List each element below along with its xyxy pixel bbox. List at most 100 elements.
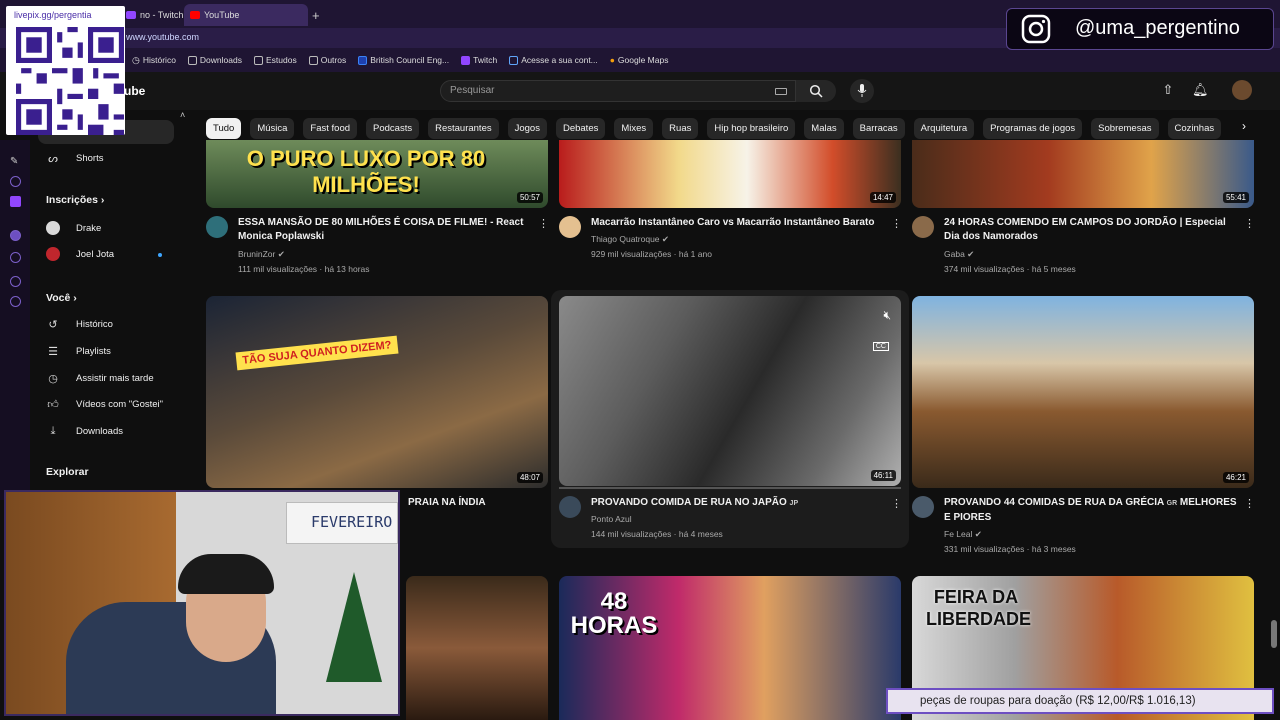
- chip-hip-hop[interactable]: Hip hop brasileiro: [707, 118, 796, 139]
- channel-avatar[interactable]: [912, 216, 934, 238]
- video-title[interactable]: Macarrão Instantâneo Caro vs Macarrão In…: [591, 216, 886, 230]
- tab-youtube[interactable]: YouTube: [184, 4, 308, 26]
- chip-mixes[interactable]: Mixes: [614, 118, 654, 139]
- video-thumbnail[interactable]: 55:41: [912, 140, 1254, 208]
- extension-rail: ✎: [0, 140, 30, 500]
- video-thumbnail[interactable]: 14:47: [559, 140, 901, 208]
- channel-avatar[interactable]: [559, 216, 581, 238]
- history-icon: ↺: [48, 318, 58, 331]
- donation-text: peças de roupas para doação (R$ 12,00/R$…: [920, 695, 1196, 707]
- chip-podcasts[interactable]: Podcasts: [366, 118, 420, 139]
- video-thumbnail[interactable]: 46:21: [912, 296, 1254, 488]
- sidebar-item-liked[interactable]: 👍︎ Vídeos com "Gostei": [46, 394, 163, 414]
- more-options-icon[interactable]: ⋮: [538, 217, 549, 230]
- search-input[interactable]: Pesquisar: [440, 80, 796, 102]
- qr-label: livepix.gg/pergentia: [14, 10, 92, 20]
- openai-icon[interactable]: [10, 176, 21, 187]
- channel-avatar[interactable]: [206, 216, 228, 238]
- donation-goal-bar: peças de roupas para doação (R$ 12,00/R$…: [886, 688, 1274, 714]
- sidebar-item-downloads[interactable]: ⤓ Downloads: [46, 421, 123, 441]
- chip-musica[interactable]: Música: [250, 118, 295, 139]
- preview-progress-bar[interactable]: [559, 487, 901, 489]
- channel-avatar[interactable]: [559, 496, 581, 518]
- chip-arquitetura[interactable]: Arquitetura: [913, 118, 975, 139]
- chip-programas-de-jogos[interactable]: Programas de jogos: [983, 118, 1083, 139]
- search-button[interactable]: [796, 80, 836, 102]
- scrollbar[interactable]: [1271, 620, 1277, 648]
- twitch-icon[interactable]: [10, 196, 21, 207]
- channel-name[interactable]: BruninZor ✔: [238, 249, 285, 260]
- clock-icon[interactable]: [10, 276, 21, 287]
- voice-search-button[interactable]: [850, 79, 874, 103]
- video-preview[interactable]: 🔇︎ CC 46:11: [559, 296, 901, 486]
- chevron-up-icon[interactable]: ˄: [180, 110, 185, 120]
- instagram-handle: @uma_pergentino: [1075, 17, 1240, 39]
- video-title[interactable]: ESSA MANSÃO DE 80 MILHÕES É COISA DE FIL…: [238, 216, 528, 244]
- video-duration: 14:47: [869, 192, 896, 203]
- url-text[interactable]: www.youtube.com: [126, 32, 199, 42]
- sidebar-item-drake[interactable]: Drake: [46, 218, 101, 238]
- chip-jogos[interactable]: Jogos: [507, 118, 547, 139]
- gear-icon[interactable]: [10, 296, 21, 307]
- chip-restaurantes[interactable]: Restaurantes: [428, 118, 499, 139]
- chip-tudo[interactable]: Tudo: [206, 118, 242, 139]
- bookmark-downloads[interactable]: Downloads: [187, 52, 242, 68]
- keyboard-icon[interactable]: [775, 88, 787, 95]
- chevron-right-icon[interactable]: ›: [1242, 119, 1258, 139]
- video-thumbnail[interactable]: [406, 576, 548, 720]
- bell-icon[interactable]: 🔔︎: [1192, 82, 1209, 98]
- channel-name[interactable]: Gaba ✔: [944, 249, 974, 260]
- video-title[interactable]: PROVANDO 44 COMIDAS DE RUA DA GRÉCIA GR …: [944, 496, 1239, 525]
- whiteboard-text: FEVEREIRO: [311, 513, 393, 531]
- youtube-icon: [190, 11, 200, 19]
- bookmark-maps[interactable]: ● Google Maps: [610, 52, 669, 68]
- extension-icon[interactable]: [10, 252, 21, 263]
- video-title[interactable]: 24 HORAS COMENDO EM CAMPOS DO JORDÃO | E…: [944, 216, 1234, 244]
- chip-sobremesas[interactable]: Sobremesas: [1091, 118, 1159, 139]
- channel-name[interactable]: Fe Leal ✔: [944, 529, 982, 540]
- more-options-icon[interactable]: ⋮: [1244, 497, 1255, 510]
- more-options-icon[interactable]: ⋮: [1244, 217, 1255, 230]
- more-options-icon[interactable]: ⋮: [891, 497, 902, 510]
- channel-name[interactable]: Ponto Azul: [591, 514, 632, 524]
- chip-malas[interactable]: Malas: [804, 118, 844, 139]
- chip-debates[interactable]: Debates: [555, 118, 606, 139]
- channel-avatar[interactable]: [912, 496, 934, 518]
- verified-icon: ✔: [277, 249, 285, 259]
- video-thumbnail[interactable]: O PURO LUXO POR 80 MILHÕES! 50:57: [206, 140, 548, 208]
- youtube-logo[interactable]: ube: [124, 84, 145, 98]
- extension-icon[interactable]: [10, 230, 21, 241]
- bookmark-estudos[interactable]: Estudos: [253, 52, 297, 68]
- pen-icon[interactable]: ✎: [10, 156, 18, 167]
- video-thumbnail[interactable]: TÃO SUJA QUANTO DIZEM? 48:07: [206, 296, 548, 488]
- sidebar-item-watch-later[interactable]: ◷ Assistir mais tarde: [46, 368, 153, 388]
- sidebar-item-history[interactable]: ↺ Histórico: [46, 314, 113, 334]
- chip-ruas[interactable]: Ruas: [662, 118, 699, 139]
- you-heading[interactable]: Você ›: [46, 292, 77, 304]
- captions-icon[interactable]: CC: [872, 342, 889, 351]
- mute-icon[interactable]: 🔇︎: [883, 308, 891, 323]
- history-icon: ◷: [132, 54, 140, 65]
- chip-barracas[interactable]: Barracas: [852, 118, 905, 139]
- more-options-icon[interactable]: ⋮: [891, 217, 902, 230]
- subscriptions-heading[interactable]: Inscrições ›: [46, 194, 104, 206]
- chip-cozinhas[interactable]: Cozinhas: [1167, 118, 1222, 139]
- bookmarks-bar: ◷ Histórico Downloads Estudos Outros Brit…: [132, 52, 668, 68]
- sidebar-item-shorts[interactable]: ᔕ Shorts: [46, 148, 103, 168]
- bookmark-twitch[interactable]: Twitch: [461, 52, 497, 68]
- sidebar-item-joel-jota[interactable]: Joel Jota: [46, 244, 114, 264]
- video-title[interactable]: PROVANDO COMIDA DE RUA NO JAPÃO JP: [591, 496, 886, 511]
- tab-twitch[interactable]: no - Twitch: [120, 4, 184, 26]
- chip-fast-food[interactable]: Fast food: [303, 118, 358, 139]
- new-tab-button[interactable]: +: [312, 8, 320, 23]
- bookmark-history[interactable]: ◷ Histórico: [132, 52, 176, 68]
- video-title[interactable]: PRAIA NA ÍNDIA: [408, 496, 548, 510]
- bookmark-account[interactable]: Acesse a sua cont...: [509, 52, 598, 68]
- sidebar-item-playlists[interactable]: ☰ Playlists: [46, 341, 111, 361]
- bookmark-outros[interactable]: Outros: [308, 52, 346, 68]
- avatar[interactable]: [1232, 80, 1252, 100]
- video-thumbnail[interactable]: 48 HORAS: [559, 576, 901, 720]
- channel-name[interactable]: Thiago Quatroque ✔: [591, 234, 669, 245]
- upload-icon[interactable]: ⇧: [1160, 82, 1176, 98]
- bookmark-british-council[interactable]: British Council Eng...: [358, 52, 449, 68]
